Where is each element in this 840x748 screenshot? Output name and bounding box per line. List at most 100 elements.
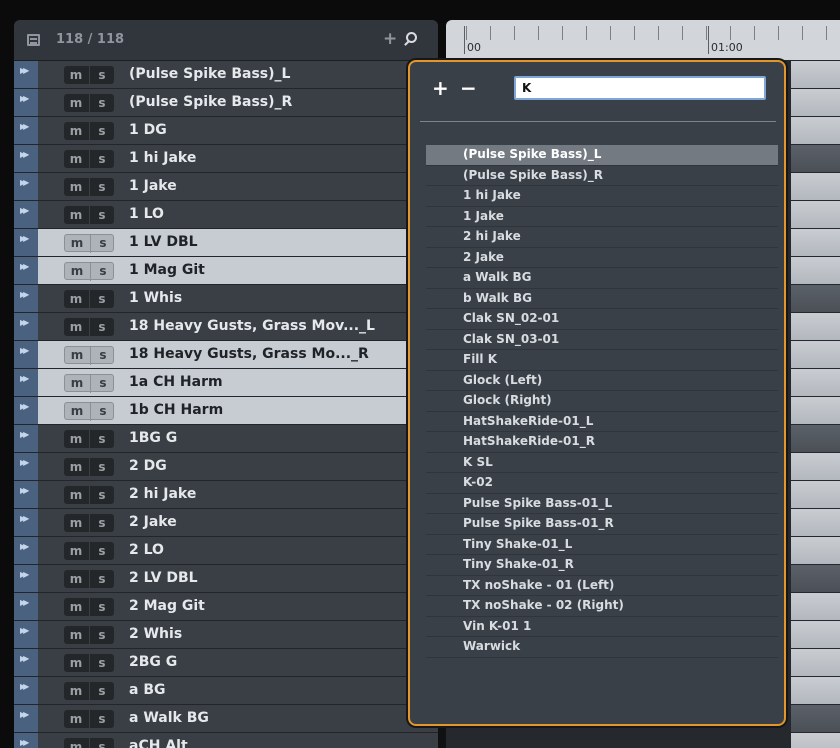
track-expand-strip[interactable]: ▶▶ <box>14 173 38 200</box>
add-track-icon[interactable]: + <box>383 29 397 49</box>
timeline-ruler[interactable]: 00 01:00 <box>446 20 840 60</box>
track-row[interactable]: ▶▶ m s 1 Whis <box>14 285 438 313</box>
solo-button[interactable]: s <box>89 514 114 532</box>
track-expand-strip[interactable]: ▶▶ <box>14 481 38 508</box>
track-expand-strip[interactable]: ▶▶ <box>14 285 38 312</box>
track-row[interactable]: ▶▶ m s 1b CH Harm <box>14 397 438 425</box>
track-expand-strip[interactable]: ▶▶ <box>14 117 38 144</box>
track-expand-strip[interactable]: ▶▶ <box>14 257 38 284</box>
solo-button[interactable]: s <box>89 626 114 644</box>
expand-icon[interactable]: ▶▶ <box>20 430 29 439</box>
track-row[interactable]: ▶▶ m s 1 Mag Git <box>14 257 438 285</box>
search-icon[interactable] <box>406 32 417 43</box>
mute-button[interactable]: m <box>64 94 88 112</box>
filter-search-input[interactable] <box>514 76 766 100</box>
expand-icon[interactable]: ▶▶ <box>20 290 29 299</box>
audio-event[interactable] <box>791 537 840 564</box>
filter-result-item[interactable]: HatShakeRide-01_L <box>426 412 778 432</box>
solo-button[interactable]: s <box>89 542 114 560</box>
mute-button[interactable]: m <box>64 682 88 700</box>
audio-event[interactable] <box>791 201 840 228</box>
expand-icon[interactable]: ▶▶ <box>20 458 29 467</box>
mute-button[interactable]: m <box>64 150 88 168</box>
solo-button[interactable]: s <box>89 206 114 224</box>
track-expand-strip[interactable]: ▶▶ <box>14 453 38 480</box>
track-expand-strip[interactable]: ▶▶ <box>14 229 38 256</box>
solo-button[interactable]: s <box>89 738 114 748</box>
solo-button[interactable]: s <box>89 94 114 112</box>
expand-icon[interactable]: ▶▶ <box>20 486 29 495</box>
track-row[interactable]: ▶▶ m s (Pulse Spike Bass)_R <box>14 89 438 117</box>
solo-button[interactable]: s <box>90 263 115 281</box>
track-expand-strip[interactable]: ▶▶ <box>14 705 38 732</box>
expand-icon[interactable]: ▶▶ <box>20 206 29 215</box>
mute-button[interactable]: m <box>64 430 88 448</box>
expand-icon[interactable]: ▶▶ <box>20 710 29 719</box>
mute-button[interactable]: m <box>64 654 88 672</box>
mute-button[interactable]: m <box>64 486 88 504</box>
track-expand-strip[interactable]: ▶▶ <box>14 201 38 228</box>
solo-button[interactable]: s <box>90 375 115 393</box>
audio-event[interactable] <box>791 397 840 424</box>
filter-result-item[interactable]: Pulse Spike Bass-01_R <box>426 514 778 535</box>
expand-icon[interactable]: ▶▶ <box>20 122 29 131</box>
track-expand-strip[interactable]: ▶▶ <box>14 677 38 704</box>
filter-result-item[interactable]: Glock (Left) <box>426 371 778 391</box>
solo-button[interactable]: s <box>89 682 114 700</box>
expand-icon[interactable]: ▶▶ <box>20 402 29 411</box>
filter-result-item[interactable]: Vin K-01 1 <box>426 617 778 637</box>
mute-button[interactable]: m <box>64 122 88 140</box>
expand-icon[interactable]: ▶▶ <box>20 514 29 523</box>
audio-event[interactable] <box>791 369 840 396</box>
audio-event[interactable] <box>791 649 840 676</box>
remove-filter-button[interactable]: − <box>460 76 477 100</box>
solo-button[interactable]: s <box>89 486 114 504</box>
track-expand-strip[interactable]: ▶▶ <box>14 565 38 592</box>
track-row[interactable]: ▶▶ m s 2 LO <box>14 537 438 565</box>
expand-icon[interactable]: ▶▶ <box>20 150 29 159</box>
track-expand-strip[interactable]: ▶▶ <box>14 537 38 564</box>
mute-button[interactable]: m <box>64 178 88 196</box>
filter-result-item[interactable]: Pulse Spike Bass-01_L <box>426 494 778 514</box>
filter-result-item[interactable]: K SL <box>426 453 778 473</box>
filter-result-item[interactable]: 1 Jake <box>426 207 778 227</box>
filter-result-item[interactable]: HatShakeRide-01_R <box>426 432 778 453</box>
audio-event[interactable] <box>791 117 840 144</box>
track-expand-strip[interactable]: ▶▶ <box>14 649 38 676</box>
track-row[interactable]: ▶▶ m s 18 Heavy Gusts, Grass Mo..._R <box>14 341 438 369</box>
audio-event[interactable] <box>791 481 840 508</box>
mute-button[interactable]: m <box>65 403 89 421</box>
audio-event[interactable] <box>791 341 840 368</box>
mute-button[interactable]: m <box>64 458 88 476</box>
audio-event[interactable] <box>791 257 840 284</box>
audio-event[interactable] <box>791 621 840 648</box>
expand-icon[interactable]: ▶▶ <box>20 262 29 271</box>
track-row[interactable]: ▶▶ m s 1a CH Harm <box>14 369 438 397</box>
track-expand-strip[interactable]: ▶▶ <box>14 369 38 396</box>
mute-button[interactable]: m <box>64 570 88 588</box>
track-row[interactable]: ▶▶ m s 2 hi Jake <box>14 481 438 509</box>
audio-event[interactable] <box>791 425 840 452</box>
filter-result-item[interactable]: (Pulse Spike Bass)_R <box>426 166 778 186</box>
audio-event[interactable] <box>791 313 840 340</box>
mute-button[interactable]: m <box>64 542 88 560</box>
track-expand-strip[interactable]: ▶▶ <box>14 425 38 452</box>
track-expand-strip[interactable]: ▶▶ <box>14 733 38 748</box>
track-row[interactable]: ▶▶ m s 2 DG <box>14 453 438 481</box>
audio-event[interactable] <box>791 145 840 172</box>
mute-button[interactable]: m <box>64 710 88 728</box>
expand-icon[interactable]: ▶▶ <box>20 94 29 103</box>
expand-icon[interactable]: ▶▶ <box>20 654 29 663</box>
track-row[interactable]: ▶▶ m s 2 Jake <box>14 509 438 537</box>
expand-icon[interactable]: ▶▶ <box>20 738 29 747</box>
expand-icon[interactable]: ▶▶ <box>20 570 29 579</box>
expand-icon[interactable]: ▶▶ <box>20 234 29 243</box>
track-expand-strip[interactable]: ▶▶ <box>14 341 38 368</box>
expand-icon[interactable]: ▶▶ <box>20 542 29 551</box>
track-row[interactable]: ▶▶ m s a Walk BG <box>14 705 438 733</box>
track-row[interactable]: ▶▶ m s 1 DG <box>14 117 438 145</box>
audio-event[interactable] <box>791 453 840 480</box>
audio-event[interactable] <box>791 705 840 732</box>
mute-button[interactable]: m <box>64 626 88 644</box>
mute-button[interactable]: m <box>65 375 89 393</box>
